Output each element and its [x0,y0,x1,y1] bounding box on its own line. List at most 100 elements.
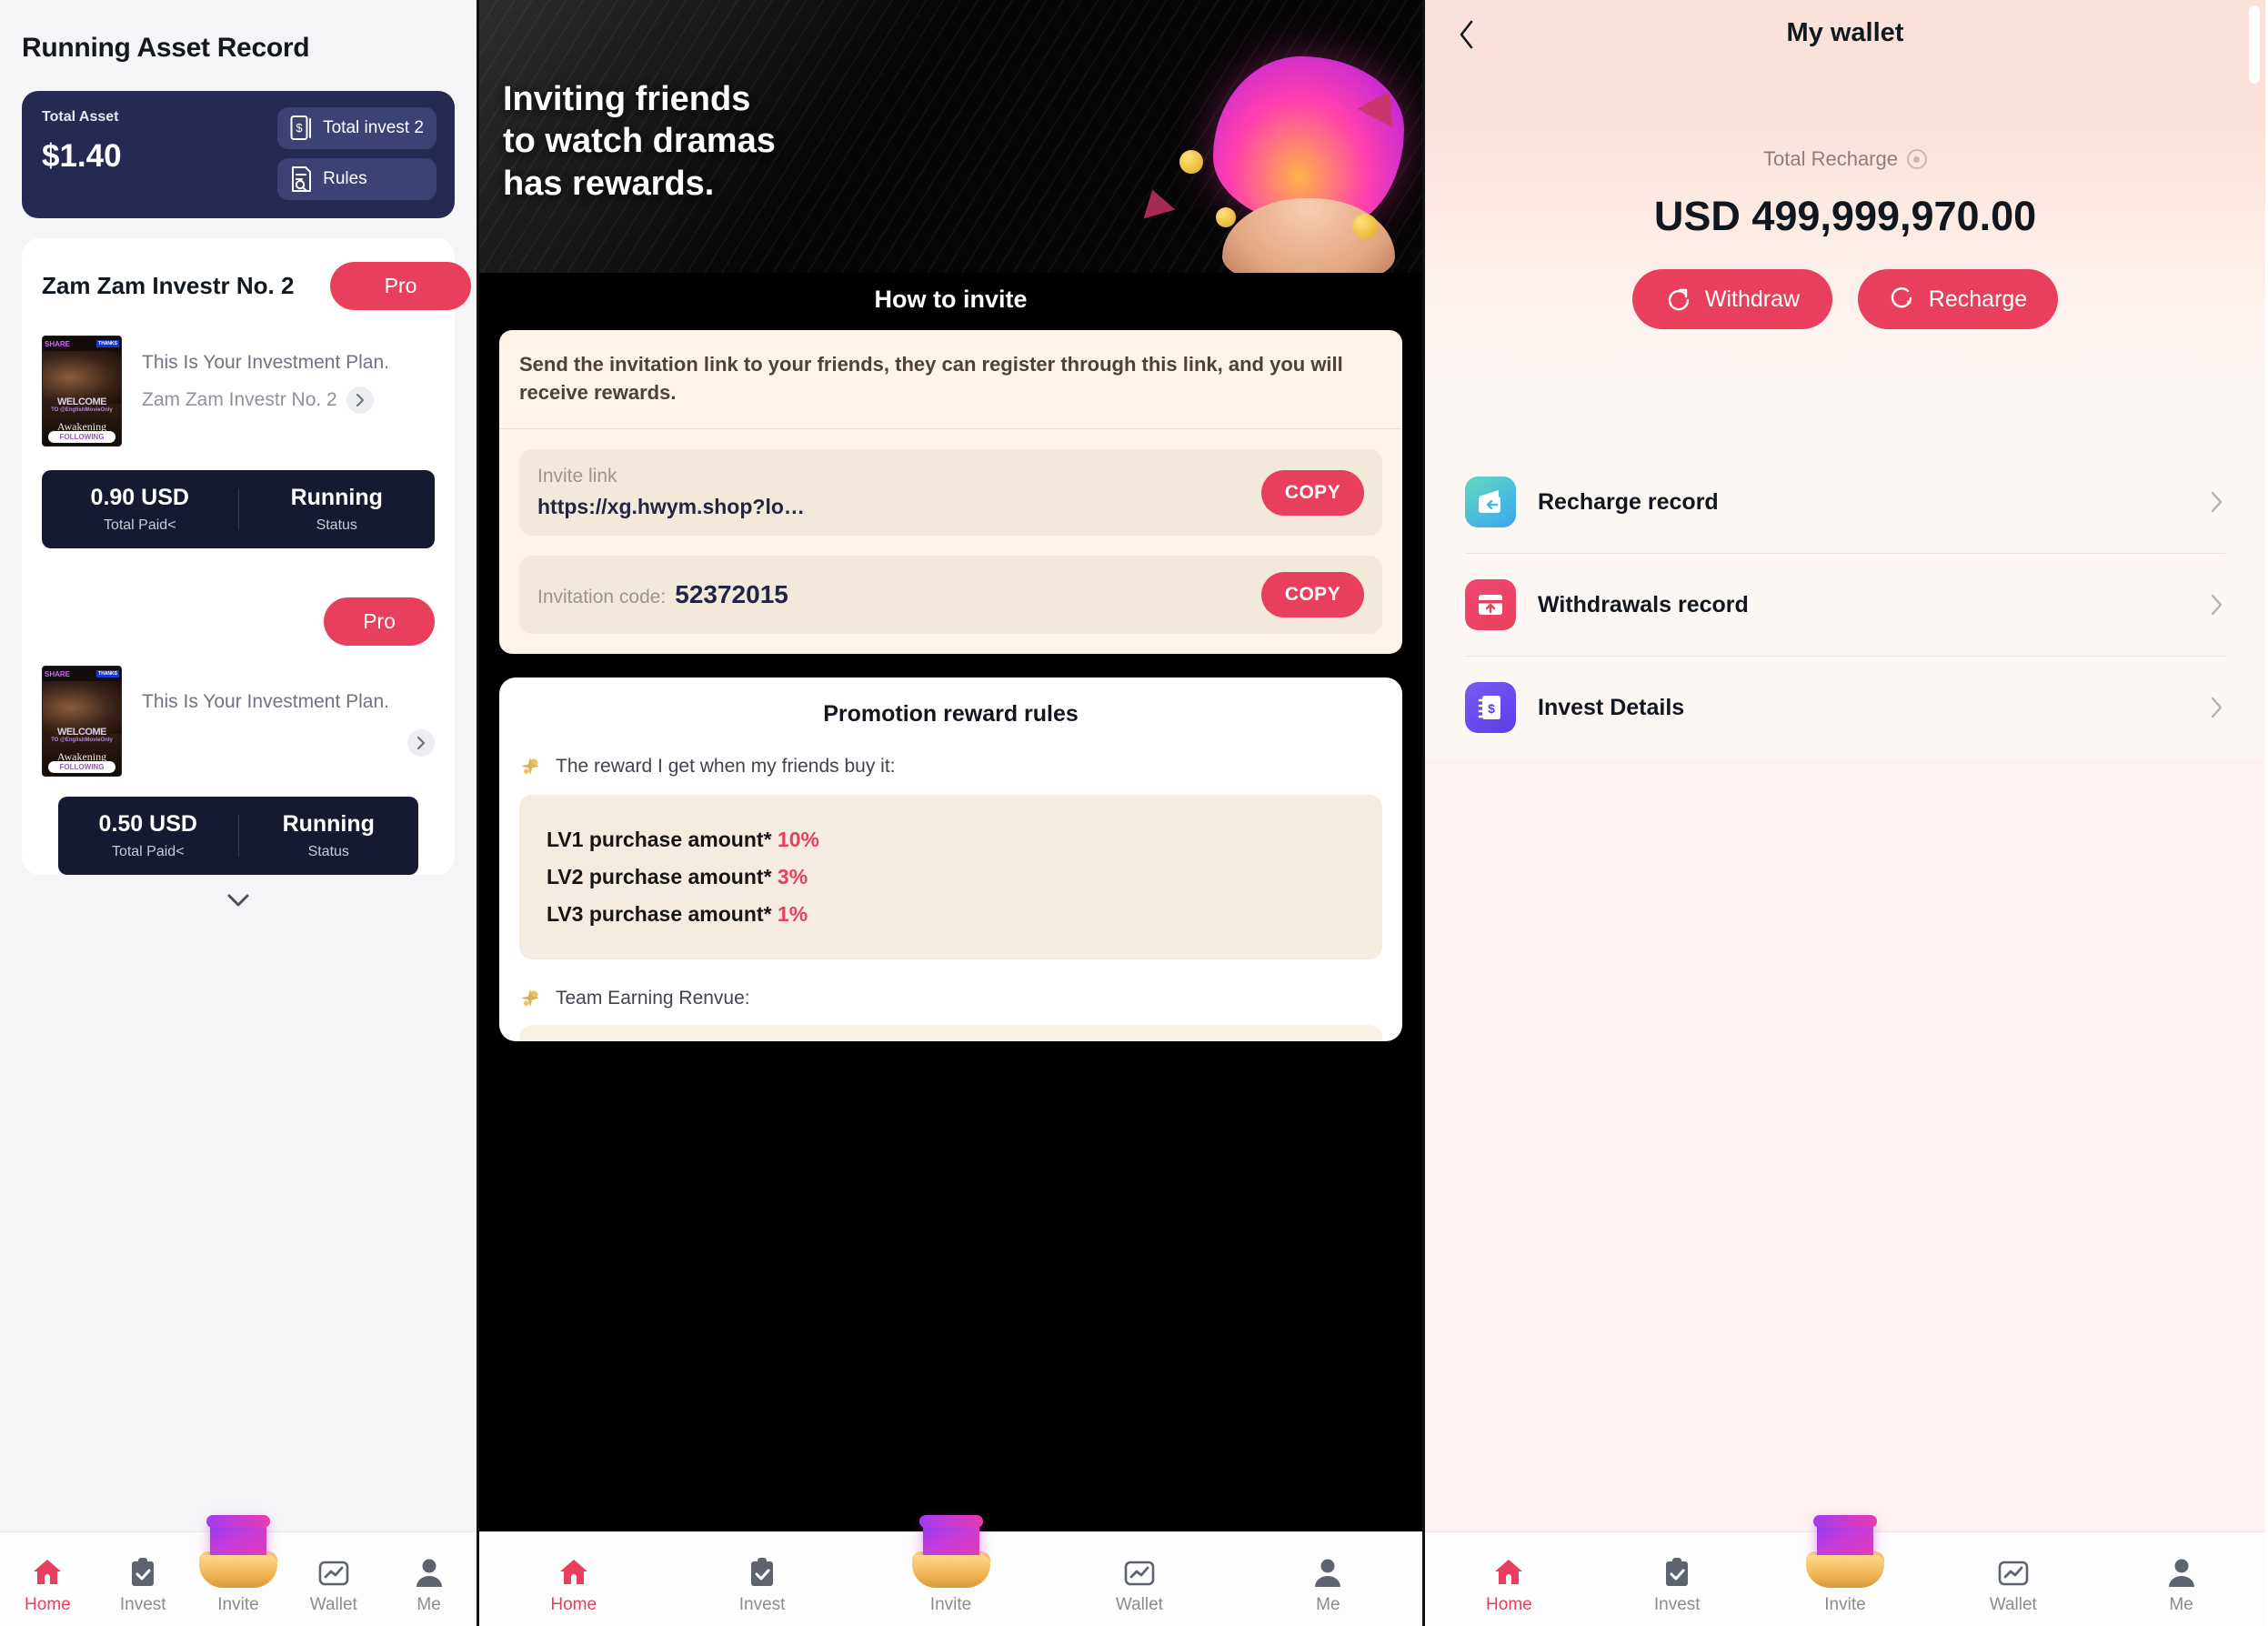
total-paid-cell: 0.90 USD Total Paid< [42,485,238,534]
nav-label-me: Me [416,1595,441,1614]
total-paid-label-2: Total Paid< [111,844,185,859]
invite-link-row: Invite link https://xg.hwym.shop?lo… COP… [519,449,1382,537]
nav-label-home-3: Home [1486,1595,1532,1614]
nav-label-invite-2: Invite [929,1595,972,1614]
chart-icon-2 [1124,1553,1155,1588]
nav-item-invite-3[interactable]: Invite [1761,1515,1930,1626]
panel-running-asset-record: Running Asset Record Total Asset $1.40 $… [0,0,479,1626]
money-note-icon: $ [290,115,312,140]
wallet-page-title: My wallet [1786,18,1904,47]
wallet-in-icon [1465,477,1516,527]
nav-label-wallet: Wallet [309,1595,357,1614]
menu-item-recharge-record[interactable]: Recharge record [1465,451,2225,554]
nav-item-invite-2[interactable]: Invite [857,1515,1045,1626]
status-label-2: Status [307,844,349,859]
plan-stat-bar: 0.90 USD Total Paid< Running Status [42,470,435,548]
promotion-rule-line-1: The reward I get when my friends buy it: [519,755,1382,779]
rules-button[interactable]: Rules [277,158,437,200]
nav-item-invest[interactable]: Invest [95,1553,191,1626]
person-icon-3 [2167,1553,2196,1588]
wallet-balance-section: Total Recharge USD 499,999,970.00 Withdr… [1425,111,2265,378]
hero-coin-icon-2 [1216,207,1236,227]
chevron-down-icon [227,894,249,907]
promotion-title: Promotion reward rules [823,701,1079,728]
invitation-code-row: Invitation code: 52372015 COPY [519,556,1382,635]
menu-item-invest-details[interactable]: $ Invest Details [1465,657,2225,758]
nav-item-me-3[interactable]: Me [2097,1553,2265,1626]
panel-my-wallet: My wallet Total Recharge USD 499,999,970… [1425,0,2265,1626]
lv-rule-row-2: LV2 purchase amount* 3% [547,865,1355,889]
lv-rule-pct-3: 1% [777,902,808,927]
rules-doc-icon [292,166,312,192]
nav-item-wallet-3[interactable]: Wallet [1929,1553,2097,1626]
scrollbar[interactable] [2249,5,2260,84]
bottom-nav-2: Home Invest Invite Wallet Me [479,1515,1422,1626]
plan-thumbnail-2[interactable]: SHARE THANKS WELCOME TO @EnglishMovieOnl… [42,666,122,777]
back-button[interactable] [1449,16,1485,53]
nav-item-invite[interactable]: Invite [191,1515,286,1626]
menu-item-withdrawals-record[interactable]: Withdrawals record [1465,554,2225,657]
lv-rule-pct-2: 3% [777,865,808,889]
nav-item-me[interactable]: Me [381,1553,477,1626]
home-icon [31,1553,64,1588]
treasure-icon-2 [910,1515,992,1591]
total-asset-card: Total Asset $1.40 $ Total invest 2 Rules [22,91,455,218]
svg-text:$: $ [1488,701,1495,716]
chevron-right-icon-2[interactable] [407,729,435,757]
thumb-following-badge-2: FOLLOWING [48,761,115,773]
plan-name: Zam Zam Investr No. 2 [42,272,295,299]
nav-item-home-2[interactable]: Home [479,1553,667,1626]
lv-rule-text-3: LV3 purchase amount* [547,902,772,927]
withdraw-arrow-icon [1668,288,1690,311]
pro-badge[interactable]: Pro [330,262,471,310]
nav-item-wallet[interactable]: Wallet [286,1553,381,1626]
nav-item-wallet-2[interactable]: Wallet [1045,1553,1233,1626]
total-recharge-label: Total Recharge [1763,147,1898,170]
recharge-button[interactable]: Recharge [1858,269,2058,329]
invite-link-value: https://xg.hwym.shop?lo… [537,495,805,519]
thumb-welcome-text-2: WELCOME [57,727,106,738]
promotion-reward-rules-card: Promotion reward rules The reward I get … [499,678,1402,1042]
sparkle-icon-1 [519,755,543,779]
sparkle-icon-2 [519,987,543,1011]
recharge-label: Recharge [1928,286,2028,312]
rules-label: Rules [323,169,367,188]
withdraw-button[interactable]: Withdraw [1632,269,1832,329]
nav-item-invest-3[interactable]: Invest [1593,1553,1761,1626]
team-earning-box [519,1025,1382,1042]
expand-more-button[interactable] [42,889,435,911]
plan-thumbnail[interactable]: SHARE THANKS WELCOME TO @EnglishMovieOnl… [42,336,122,447]
pro-badge-2[interactable]: Pro [324,597,435,646]
invitation-code-value: 52372015 [675,580,788,609]
chart-icon [318,1553,349,1588]
visibility-toggle-icon[interactable] [1906,149,1927,169]
plan-description: This Is Your Investment Plan. [142,352,389,373]
total-invest-label: Total invest 2 [323,118,424,137]
hero-coin-icon-3 [1352,214,1378,239]
chevron-left-icon [1460,20,1473,49]
nav-label-invest-2: Invest [738,1595,786,1614]
chevron-right-icon[interactable] [346,386,374,414]
copy-invite-link-button[interactable]: COPY [1260,469,1364,516]
lv-rule-text-1: LV1 purchase amount* [547,828,772,852]
nav-item-home[interactable]: Home [0,1553,95,1626]
thumb-channel-text-2: TO @EnglishMovieOnly [51,738,113,743]
copy-invitation-code-button[interactable]: COPY [1260,572,1364,618]
nav-label-wallet-2: Wallet [1115,1595,1163,1614]
chevron-right-icon-wallet-2 [2211,594,2223,616]
lv-rule-row-1: LV1 purchase amount* 10% [547,828,1355,852]
promotion-rule-text-1: The reward I get when my friends buy it: [556,756,896,778]
nav-item-me-2[interactable]: Me [1234,1553,1422,1626]
nav-label-invite-3: Invite [1824,1595,1866,1614]
hero-coin-icon-1 [1179,150,1203,174]
status-value: Running [290,485,383,510]
nav-item-home-3[interactable]: Home [1425,1553,1593,1626]
chevron-right-icon-wallet-1 [2211,491,2223,513]
nav-item-invest-2[interactable]: Invest [667,1553,856,1626]
how-to-invite-title: How to invite [479,273,1422,330]
person-icon-2 [1313,1553,1342,1588]
promotion-rule-text-2: Team Earning Renvue: [556,988,750,1009]
total-invest-button[interactable]: $ Total invest 2 [277,107,437,149]
invite-link-label: Invite link [537,466,617,487]
thumb-share-label: SHARE [45,339,71,348]
